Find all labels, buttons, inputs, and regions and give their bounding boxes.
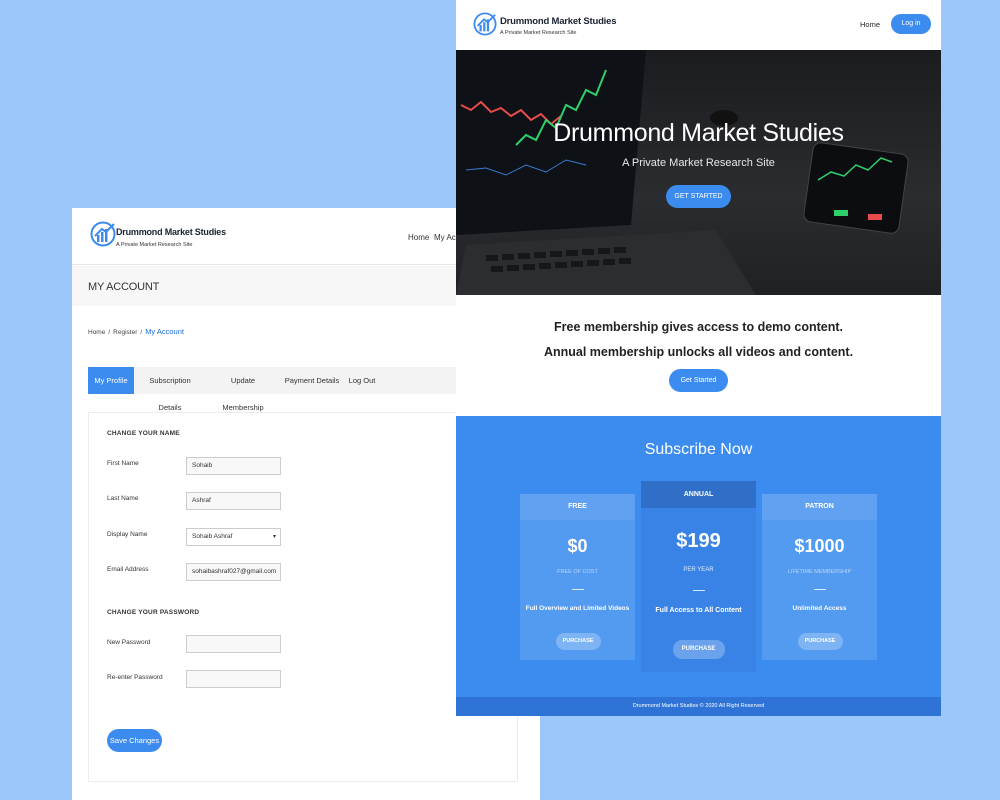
select-caret-icon: ▾ (272, 534, 276, 540)
plan-period: PER YEAR (683, 567, 714, 573)
email-field[interactable]: sohaibashraf027@gmail.com (186, 563, 281, 581)
breadcrumb: Home / Register / My Account (88, 327, 184, 336)
log-in-button[interactable]: Log in (891, 14, 931, 34)
hero-banner: Drummond Market Studies A Private Market… (456, 50, 941, 295)
logo-chart-icon[interactable] (90, 221, 116, 247)
brand-name: Drummond Market Studies (500, 16, 617, 27)
hero-laptop-illustration (456, 50, 909, 295)
new-password-field[interactable] (186, 635, 281, 653)
plan-name: ANNUAL (641, 481, 756, 508)
pitch-line-2: Annual membership unlocks all videos and… (543, 345, 854, 359)
save-changes-button[interactable]: Save Changes (107, 729, 162, 752)
brand-tagline: A Private Market Research Site (116, 242, 193, 248)
display-name-label: Display Name (107, 531, 148, 538)
plan-price: $199 (676, 530, 721, 552)
purchase-button[interactable]: PURCHASE (555, 633, 601, 650)
pitch-line-1: Free membership gives access to demo con… (554, 320, 843, 334)
tab-subscription-details[interactable]: Subscription Details (137, 367, 203, 412)
new-password-label: New Password (107, 639, 151, 646)
plan-period: FREE OF COST (557, 569, 598, 575)
last-name-label: Last Name (107, 495, 139, 502)
first-name-field[interactable]: Sohaib (186, 457, 281, 475)
plan-name: FREE (520, 494, 635, 520)
tab-log-out[interactable]: Log Out (347, 367, 377, 394)
nav-home-link[interactable]: Home (860, 20, 880, 29)
plan-card-annual: ANNUAL $199 PER YEAR Full Access to All … (641, 481, 756, 672)
nav-home-link[interactable]: Home (408, 233, 429, 242)
divider (571, 589, 584, 590)
hero-title: Drummond Market Studies (553, 119, 844, 147)
plan-card-patron: PATRON $1000 LIFETIME MEMBERSHIP Unlimit… (762, 494, 877, 660)
subscribe-section: Subscribe Now FREE $0 FREE OF COST Full … (456, 416, 941, 697)
plan-feature: Unlimited Access (792, 605, 847, 612)
email-label: Email Address (107, 566, 149, 573)
profile-form (88, 412, 518, 782)
change-name-heading: CHANGE YOUR NAME (107, 430, 180, 437)
brand-tagline: A Private Market Research Site (500, 30, 577, 36)
landing-panel: Drummond Market Studies A Private Market… (456, 0, 941, 716)
plan-price: $1000 (794, 536, 845, 556)
plan-period: LIFETIME MEMBERSHIP (787, 569, 852, 575)
get-started-button[interactable]: Get Started (669, 369, 728, 392)
breadcrumb-home[interactable]: Home (88, 329, 105, 336)
plan-price: $0 (567, 536, 588, 556)
tab-my-profile[interactable]: My Profile (88, 367, 134, 394)
plan-name: PATRON (762, 494, 877, 520)
display-name-select[interactable]: Sohaib Ashraf ▾ (186, 528, 281, 546)
last-name-field[interactable]: Ashraf (186, 492, 281, 510)
breadcrumb-register[interactable]: Register (113, 329, 137, 336)
change-password-heading: CHANGE YOUR PASSWORD (107, 609, 200, 616)
display-name-value: Sohaib Ashraf (192, 533, 233, 540)
footer: Drummond Market Studies © 2020 All Right… (456, 697, 941, 716)
subscribe-title: Subscribe Now (644, 441, 753, 458)
landing-header: Drummond Market Studies A Private Market… (456, 0, 941, 50)
plan-feature: Full Overview and Limited Videos (525, 605, 630, 612)
divider (813, 589, 826, 590)
brand-name: Drummond Market Studies (116, 227, 226, 237)
tab-update-membership[interactable]: Update Membership (210, 367, 276, 412)
hero-get-started-button[interactable]: GET STARTED (666, 185, 731, 208)
plan-card-free: FREE $0 FREE OF COST Full Overview and L… (520, 494, 635, 660)
tab-payment-details[interactable]: Payment Details (284, 367, 340, 394)
hero-subtitle: A Private Market Research Site (622, 157, 775, 169)
reenter-password-label: Re-enter Password (107, 674, 163, 681)
divider (692, 590, 705, 591)
reenter-password-field[interactable] (186, 670, 281, 688)
plan-feature: Full Access to All Content (655, 607, 742, 614)
purchase-button[interactable]: PURCHASE (797, 633, 843, 650)
page-title: MY ACCOUNT (88, 281, 160, 293)
logo-chart-icon[interactable] (473, 12, 497, 36)
breadcrumb-current: My Account (145, 327, 184, 336)
purchase-button[interactable]: PURCHASE (672, 640, 725, 659)
first-name-label: First Name (107, 460, 139, 467)
